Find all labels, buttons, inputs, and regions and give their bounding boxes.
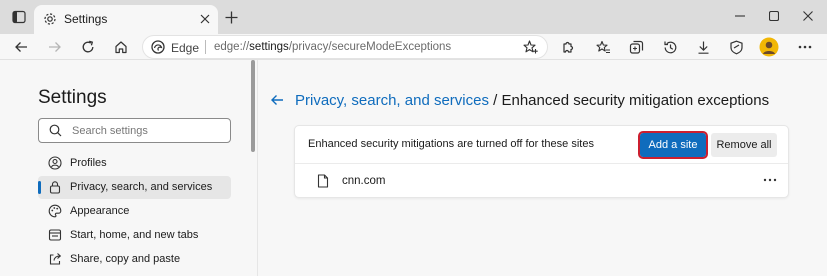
url-text: edge://settings/privacy/secureModeExcept… <box>214 41 451 53</box>
add-favorite-icon[interactable] <box>522 39 540 55</box>
start-home-icon <box>48 228 62 242</box>
back-arrow-icon[interactable] <box>269 92 285 108</box>
new-tab-icon[interactable] <box>222 8 240 26</box>
more-actions-icon[interactable] <box>761 172 779 188</box>
url-host: settings <box>249 41 289 53</box>
tab-settings[interactable]: Settings <box>34 5 218 34</box>
profile-avatar-icon[interactable] <box>758 36 780 58</box>
extensions-puzzle-icon[interactable] <box>556 36 578 58</box>
search-icon <box>49 124 62 137</box>
collections-icon[interactable] <box>625 36 647 58</box>
tab-actions-icon[interactable] <box>8 7 30 27</box>
site-identity-label: Edge <box>171 41 200 55</box>
sidebar-item-share-copy-paste[interactable]: Share, copy and paste <box>38 248 231 271</box>
site-name: cnn.com <box>342 175 386 187</box>
page-title: Privacy, search, and services / Enhanced… <box>295 92 769 109</box>
sidebar-item-profiles[interactable]: Profiles <box>38 152 231 175</box>
back-icon[interactable] <box>10 36 32 58</box>
home-icon[interactable] <box>110 36 132 58</box>
sidebar-item-privacy[interactable]: Privacy, search, and services <box>38 176 231 199</box>
sidebar-item-label: Profiles <box>70 157 107 169</box>
share-icon <box>48 252 62 266</box>
breadcrumb-current: / Enhanced security mitigation exception… <box>488 92 770 109</box>
sidebar-item-label: Privacy, search, and services <box>70 181 213 193</box>
sidebar-item-label: Start, home, and new tabs <box>70 229 199 241</box>
sidebar-item-start-home[interactable]: Start, home, and new tabs <box>38 224 231 247</box>
sidebar-title: Settings <box>38 87 107 108</box>
exceptions-card: Enhanced security mitigations are turned… <box>294 125 789 198</box>
maximize-icon[interactable] <box>763 6 785 26</box>
sidebar-item-label: Appearance <box>70 205 130 217</box>
list-item: cnn.com <box>295 164 788 198</box>
lock-icon <box>48 180 62 194</box>
tab-strip: Settings <box>0 0 827 34</box>
forward-icon[interactable] <box>44 36 66 58</box>
breadcrumb-privacy-link[interactable]: Privacy, search, and services <box>295 92 489 109</box>
search-settings-box[interactable] <box>38 118 231 143</box>
sidebar-item-label: Share, copy and paste <box>70 253 181 265</box>
url-path: /privacy/secureModeExceptions <box>288 41 452 53</box>
add-site-button[interactable]: Add a site <box>638 131 708 159</box>
window-close-icon[interactable] <box>797 6 819 26</box>
appearance-icon <box>48 204 62 218</box>
profile-icon <box>48 156 62 170</box>
scrollbar-thumb[interactable] <box>251 60 255 152</box>
downloads-icon[interactable] <box>692 36 714 58</box>
sidebar-item-appearance[interactable]: Appearance <box>38 200 231 223</box>
minimize-icon[interactable] <box>729 6 751 26</box>
edge-logo-icon <box>151 40 165 54</box>
address-bar[interactable]: Edge edge://settings/privacy/secureModeE… <box>142 35 548 59</box>
remove-all-button[interactable]: Remove all <box>711 133 777 157</box>
favorites-icon[interactable] <box>592 36 614 58</box>
history-icon[interactable] <box>659 36 681 58</box>
sidebar-scrollbar[interactable] <box>250 60 257 276</box>
url-prefix: edge:// <box>214 41 250 53</box>
tab-title: Settings <box>64 12 108 26</box>
address-separator <box>205 40 206 54</box>
close-tab-icon[interactable] <box>197 11 213 27</box>
more-options-icon[interactable] <box>794 36 816 58</box>
refresh-icon[interactable] <box>77 36 99 58</box>
gear-icon <box>43 12 57 26</box>
settings-sidebar: Settings Profiles Privacy, search, and s… <box>0 60 257 276</box>
browser-essentials-icon[interactable] <box>725 36 747 58</box>
document-icon <box>317 174 329 188</box>
active-indicator <box>38 181 41 194</box>
card-description: Enhanced security mitigations are turned… <box>308 138 594 150</box>
search-settings-input[interactable] <box>72 123 222 139</box>
toolbar: Edge edge://settings/privacy/secureModeE… <box>0 34 827 60</box>
